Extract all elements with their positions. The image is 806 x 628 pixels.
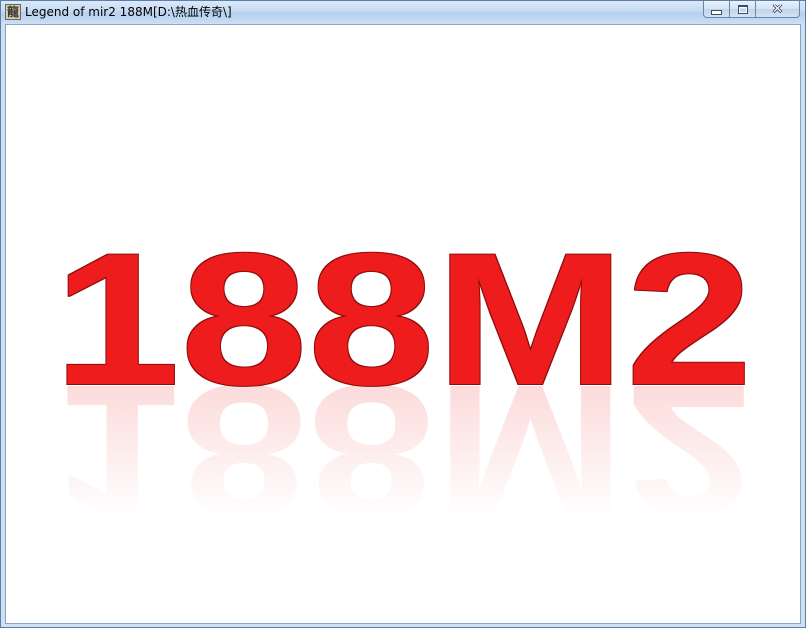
application-window: 龍 Legend of mir2 188M[D:\热血传奇\] ✕ 188M2 xyxy=(0,0,806,628)
minimize-icon xyxy=(711,9,722,15)
close-icon: ✕ xyxy=(772,1,783,17)
caption-buttons: ✕ xyxy=(703,1,800,19)
game-client-area[interactable]: 188M2 188M2 xyxy=(5,24,801,624)
maximize-button[interactable] xyxy=(730,1,756,18)
app-icon[interactable]: 龍 xyxy=(5,4,21,20)
maximize-icon xyxy=(737,4,748,14)
window-title: Legend of mir2 188M[D:\热血传奇\] xyxy=(25,5,232,19)
minimize-button[interactable] xyxy=(703,1,730,18)
splash-logo: 188M2 188M2 xyxy=(6,214,800,623)
logo-text: 188M2 xyxy=(53,214,753,424)
close-button[interactable]: ✕ xyxy=(756,1,800,18)
title-bar[interactable]: 龍 Legend of mir2 188M[D:\热血传奇\] ✕ xyxy=(1,1,805,23)
